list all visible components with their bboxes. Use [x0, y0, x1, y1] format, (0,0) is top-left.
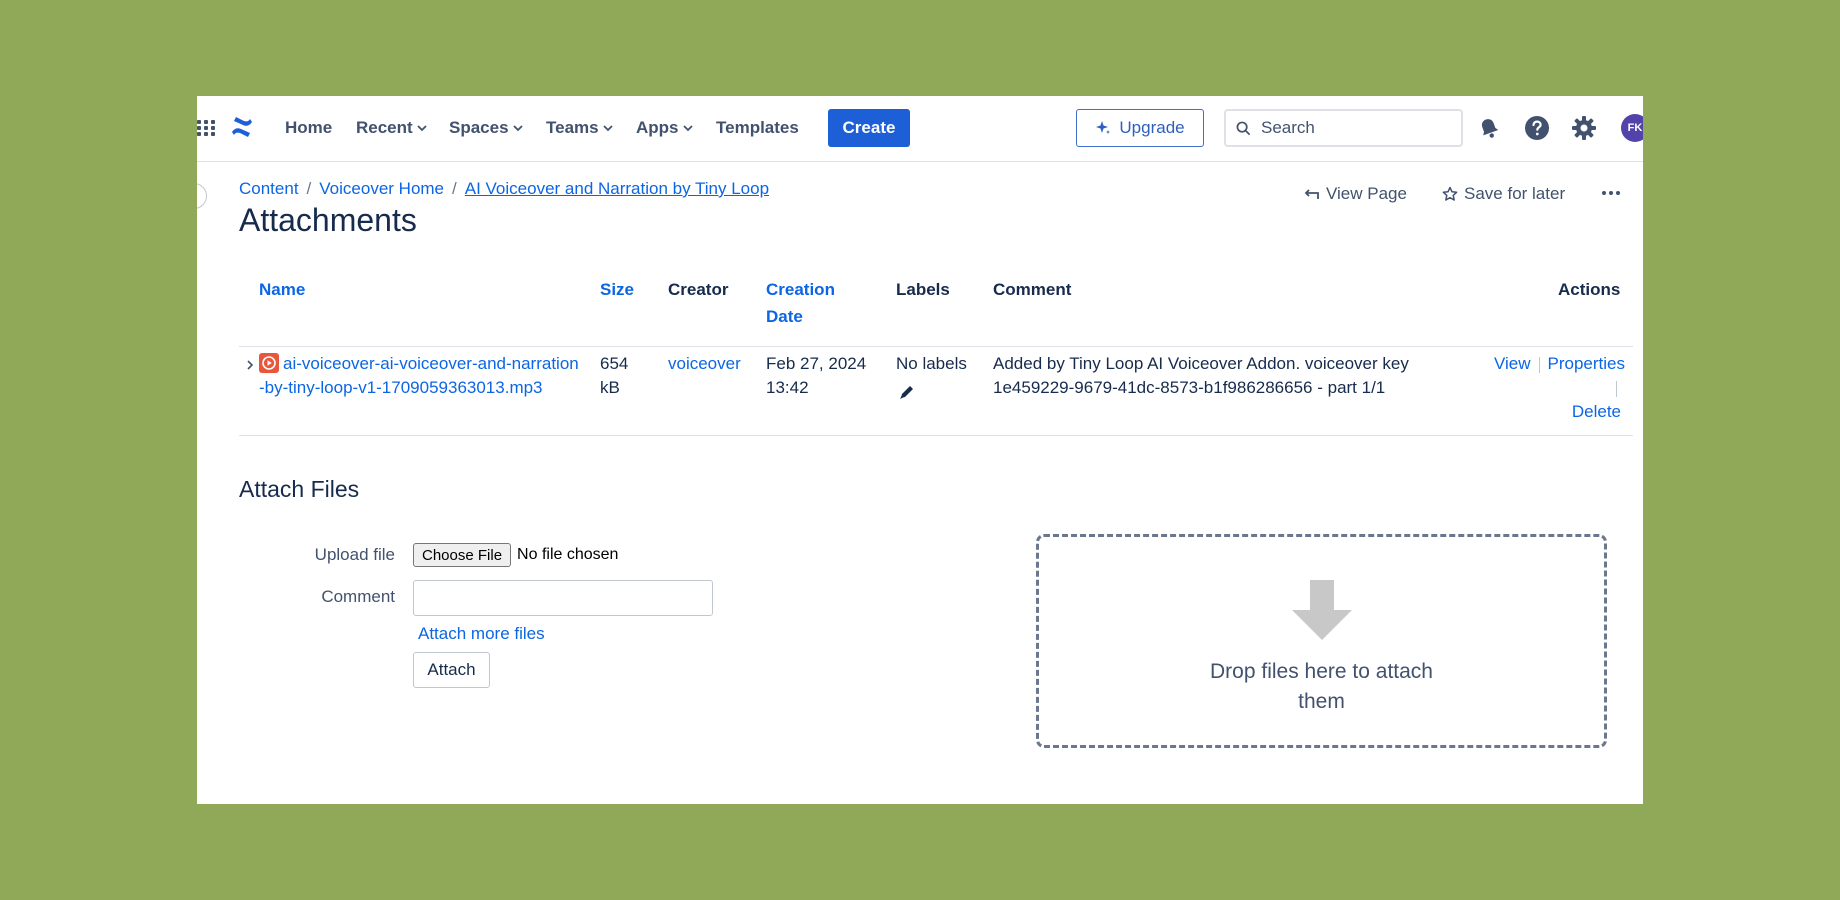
creation-time: 13:42 [766, 378, 809, 397]
table-header-divider [239, 346, 1633, 347]
table-cell-creation-date: Feb 27, 2024 13:42 [766, 352, 866, 400]
column-header-actions: Actions [1558, 280, 1621, 299]
confluence-window: Home Recent Spaces Teams Apps Templates … [197, 96, 1643, 804]
breadcrumb-content[interactable]: Content [239, 179, 299, 199]
create-button[interactable]: Create [828, 109, 910, 147]
column-header-labels: Labels [896, 280, 950, 299]
column-header-creation-date[interactable]: Creation Date [766, 276, 835, 330]
save-for-later-button[interactable]: Save for later [1442, 184, 1565, 204]
table-cell-creator: voiceover [668, 352, 741, 376]
attach-more-files-link[interactable]: Attach more files [418, 624, 545, 644]
column-header-comment: Comment [993, 280, 1072, 299]
table-row-divider [239, 435, 1633, 436]
nav-home-label: Home [285, 118, 333, 137]
breadcrumb-separator: / [306, 179, 312, 198]
sparkle-icon [1095, 120, 1111, 136]
attach-files-heading: Attach Files [239, 476, 360, 502]
audio-file-icon [259, 353, 279, 373]
creation-date: Feb 27, 2024 [766, 354, 867, 373]
chevron-down-icon [682, 123, 693, 133]
table-cell-size: 654 kB [600, 352, 628, 400]
more-actions-icon[interactable] [1600, 182, 1622, 204]
column-header-creator: Creator [668, 280, 729, 299]
breadcrumb-separator: / [452, 179, 457, 198]
breadcrumb-voiceover-home[interactable]: Voiceover Home [319, 179, 444, 199]
save-for-later-label: Save for later [1464, 184, 1566, 203]
nav-apps[interactable]: Apps [636, 118, 693, 138]
nav-recent[interactable]: Recent [356, 118, 427, 138]
comment-label: Comment [321, 587, 395, 606]
column-header-name[interactable]: Name [259, 276, 305, 303]
table-cell-comment: Added by Tiny Loop AI Voiceover Addon. v… [993, 352, 1409, 400]
user-avatar[interactable]: FK [1621, 114, 1643, 142]
no-file-chosen-text: No file chosen [517, 546, 619, 563]
choose-file-button[interactable]: Choose File [413, 543, 512, 567]
upgrade-label: Upgrade [1119, 118, 1185, 137]
upgrade-button[interactable]: Upgrade [1076, 109, 1204, 147]
attachment-file-link[interactable]: ai-voiceover-ai-voiceover-and-narration-… [259, 354, 579, 397]
creator-link[interactable]: voiceover [668, 354, 741, 373]
column-header-size[interactable]: Size [600, 276, 634, 303]
return-arrow-icon [1304, 186, 1320, 202]
comment-line-1: Added by Tiny Loop AI Voiceover Addon. v… [993, 354, 1409, 373]
nav-recent-label: Recent [356, 118, 413, 137]
page-title: Attachments [239, 202, 417, 238]
search-box[interactable] [1224, 109, 1463, 147]
chevron-down-icon [602, 123, 613, 133]
drop-zone[interactable]: Drop files here to attach them [1036, 534, 1607, 748]
nav-teams[interactable]: Teams [546, 118, 613, 138]
size-unit: kB [600, 378, 620, 397]
top-navigation: Home Recent Spaces Teams Apps Templates … [197, 96, 1643, 162]
nav-templates-label: Templates [716, 118, 799, 137]
chevron-down-icon [512, 123, 523, 133]
size-value: 654 [600, 354, 629, 373]
table-row-file-name: ai-voiceover-ai-voiceover-and-narration-… [259, 352, 579, 400]
nav-teams-label: Teams [546, 118, 599, 137]
action-divider [1538, 356, 1540, 373]
app-switcher-icon[interactable] [197, 119, 215, 137]
comment-line-2: 1e459229-9679-41dc-8573-b1f986286656 - p… [993, 378, 1386, 397]
comment-input[interactable] [413, 580, 713, 616]
sidebar-collapse-handle[interactable] [197, 183, 207, 209]
column-header-creation-date-line1: Creation [766, 280, 835, 299]
attach-button[interactable]: Attach [413, 652, 490, 688]
properties-link[interactable]: Properties [1548, 354, 1625, 373]
file-picker: Choose File No file chosen [413, 543, 618, 567]
nav-templates[interactable]: Templates [716, 118, 799, 138]
expand-row-chevron-icon[interactable] [245, 360, 255, 370]
nav-spaces-label: Spaces [449, 118, 509, 137]
nav-apps-label: Apps [636, 118, 679, 137]
chevron-down-icon [417, 123, 427, 133]
table-cell-actions: View Properties Delete [1477, 352, 1625, 424]
action-divider [1616, 380, 1617, 397]
nav-home[interactable]: Home [285, 118, 332, 138]
breadcrumb-current-page[interactable]: AI Voiceover and Narration by Tiny Loop [465, 179, 769, 199]
drop-zone-text: Drop files here to attach them [1210, 660, 1433, 713]
notifications-bell-icon[interactable] [1476, 115, 1502, 141]
settings-gear-icon[interactable] [1571, 115, 1597, 141]
help-icon[interactable] [1524, 115, 1550, 141]
search-input[interactable] [1261, 118, 1441, 138]
column-header-creation-date-line2: Date [766, 307, 803, 326]
view-attachment-link[interactable]: View [1494, 354, 1531, 373]
delete-attachment-link[interactable]: Delete [1572, 402, 1621, 421]
download-arrow-icon [1291, 580, 1352, 640]
nav-spaces[interactable]: Spaces [449, 118, 523, 138]
view-page-label: View Page [1326, 184, 1407, 203]
view-page-button[interactable]: View Page [1304, 184, 1407, 204]
breadcrumb: Content / Voiceover Home / AI Voiceover … [239, 179, 769, 199]
table-cell-labels: No labels [896, 354, 967, 373]
edit-labels-pencil-icon[interactable] [898, 383, 916, 401]
upload-file-label: Upload file [314, 545, 395, 564]
star-icon [1442, 186, 1458, 202]
search-icon [1236, 121, 1251, 136]
confluence-logo-icon[interactable] [230, 115, 254, 139]
